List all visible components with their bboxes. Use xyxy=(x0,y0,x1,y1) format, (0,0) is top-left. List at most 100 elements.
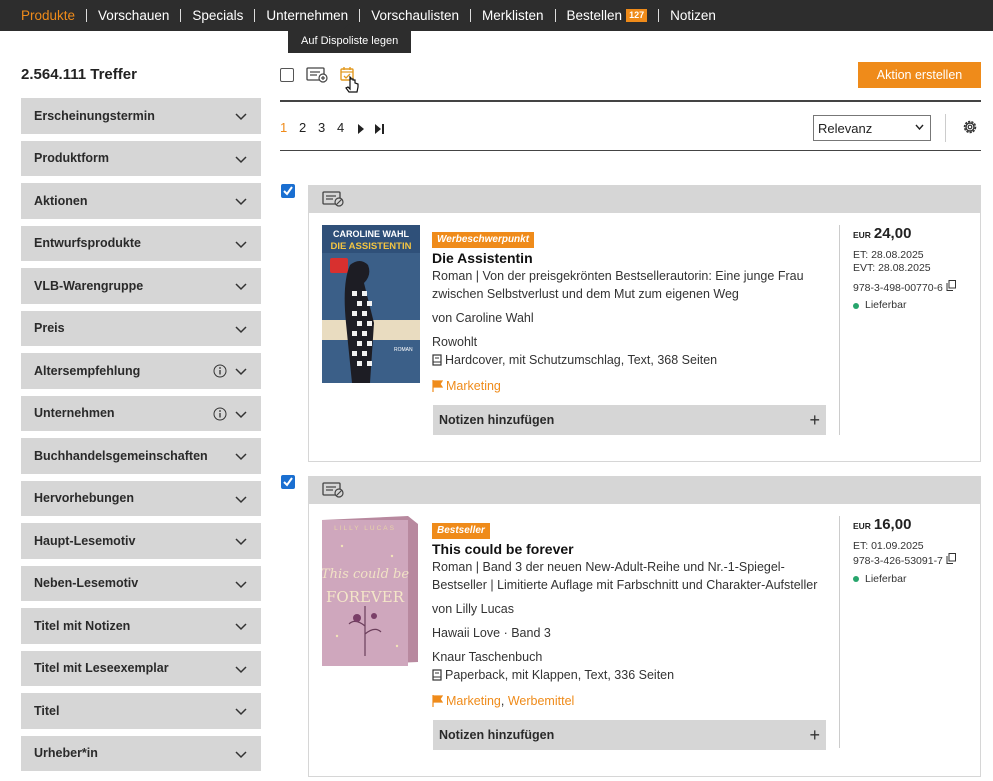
filter-produktform[interactable]: Produktform xyxy=(21,140,261,176)
filter-altersempfehlung[interactable]: Altersempfehlung xyxy=(21,353,261,389)
isbn: 978-3-498-00770-6 xyxy=(853,279,969,296)
copy-icon[interactable] xyxy=(946,279,956,294)
product-checkbox[interactable] xyxy=(281,475,295,489)
chevron-down-icon xyxy=(915,124,924,130)
nav-specials[interactable]: Specials xyxy=(192,8,243,23)
product-author[interactable]: von Caroline Wahl xyxy=(432,309,827,327)
filter-label: Entwurfsprodukte xyxy=(34,236,141,251)
chevron-down-icon xyxy=(234,577,248,591)
price-column: EUR 24,00 ET: 28.08.2025 EVT: 28.08.2025… xyxy=(839,225,969,435)
filter-label: Aktionen xyxy=(34,193,88,208)
nav-divider xyxy=(470,9,472,22)
nav-notizen[interactable]: Notizen xyxy=(670,8,716,23)
svg-text:LILLY LUCAS: LILLY LUCAS xyxy=(334,525,396,532)
nav-vorschaulisten[interactable]: Vorschaulisten xyxy=(371,8,459,23)
filter-label: Urheber*in xyxy=(34,746,98,761)
filter-entwurfsprodukte[interactable]: Entwurfsprodukte xyxy=(21,225,261,261)
cover-image[interactable]: LILLY LUCAS This could be FOREVER xyxy=(321,516,420,666)
filter-haupt-lesemotiv[interactable]: Haupt-Lesemotiv xyxy=(21,523,261,559)
price: EUR 24,00 xyxy=(853,225,912,242)
marketing-link[interactable]: Marketing xyxy=(446,694,501,708)
filter-aktionen[interactable]: Aktionen xyxy=(21,183,261,219)
settings-gear-icon[interactable] xyxy=(961,118,979,141)
marketing-link[interactable]: Marketing xyxy=(446,379,501,393)
filter-label: Altersempfehlung xyxy=(34,363,141,378)
isbn: 978-3-426-53091-7 xyxy=(853,553,969,569)
price-column: EUR 16,00 ET: 01.09.2025 978-3-426-53091… xyxy=(839,516,969,748)
product-description: Roman | Von der preisgekrönten Bestselle… xyxy=(432,269,804,301)
filter-label: Haupt-Lesemotiv xyxy=(34,533,136,548)
product-format: Hardcover, mit Schutzumschlag, Text, 368… xyxy=(432,351,827,371)
filter-hervorhebungen[interactable]: Hervorhebungen xyxy=(21,480,261,516)
filter-erscheinungstermin[interactable]: Erscheinungstermin xyxy=(21,98,261,134)
filter-preis[interactable]: Preis xyxy=(21,310,261,346)
nav-vorschauen[interactable]: Vorschauen xyxy=(98,8,169,23)
chevron-down-icon xyxy=(234,619,248,633)
flag-icon xyxy=(432,379,444,397)
plus-icon: + xyxy=(809,725,820,745)
product-series[interactable]: Hawaii Love · Band 3 xyxy=(432,624,827,642)
promo-material-link[interactable]: Werbemittel xyxy=(508,694,574,708)
product-card: LILLY LUCAS This could be FOREVER Bestse… xyxy=(308,504,981,777)
results-toolbar: Aktion erstellen xyxy=(280,60,981,102)
filter-titel-mit-notizen[interactable]: Titel mit Notizen xyxy=(21,608,261,644)
product-title[interactable]: This could be forever xyxy=(432,540,827,558)
add-notes-button[interactable]: Notizen hinzufügen + xyxy=(433,720,826,750)
filter-label: Titel mit Notizen xyxy=(34,618,131,633)
product-format-label: Paperback, mit Klappen, Text, 336 Seiten xyxy=(445,668,675,682)
chevron-down-icon xyxy=(234,534,248,548)
product-checkbox[interactable] xyxy=(281,184,295,198)
filter-unternehmen[interactable]: Unternehmen xyxy=(21,395,261,431)
release-date: ET: 28.08.2025 xyxy=(853,248,924,261)
next-page-icon[interactable] xyxy=(357,121,365,139)
add-to-list-icon[interactable] xyxy=(306,67,328,88)
list-status-icon[interactable] xyxy=(322,191,344,207)
product-author[interactable]: von Lilly Lucas xyxy=(432,600,827,618)
filter-label: Buchhandelsgemeinschaften xyxy=(34,448,208,463)
filter-titel[interactable]: Titel xyxy=(21,693,261,729)
list-status-icon[interactable] xyxy=(322,482,344,498)
filter-titel-mit-leseexemplar[interactable]: Titel mit Leseexemplar xyxy=(21,650,261,686)
status-dot xyxy=(853,576,859,583)
copy-icon[interactable] xyxy=(946,553,956,567)
svg-text:FOREVER: FOREVER xyxy=(326,588,405,606)
page-4[interactable]: 4 xyxy=(337,120,344,135)
info-icon[interactable] xyxy=(213,407,227,421)
product-header xyxy=(308,476,981,504)
info-icon[interactable] xyxy=(213,364,227,378)
page-1[interactable]: 1 xyxy=(280,120,287,135)
page-3[interactable]: 3 xyxy=(318,120,325,135)
nav-unternehmen[interactable]: Unternehmen xyxy=(266,8,348,23)
filter-label: Titel xyxy=(34,703,60,718)
flag-icon xyxy=(432,694,444,712)
sort-select[interactable]: Relevanz xyxy=(813,115,931,141)
nav-merklisten[interactable]: Merklisten xyxy=(482,8,544,23)
create-action-button[interactable]: Aktion erstellen xyxy=(858,62,981,88)
product-title[interactable]: Die Assistentin xyxy=(432,249,827,267)
book-icon xyxy=(432,668,442,686)
filter-urheber-in[interactable]: Urheber*in xyxy=(21,735,261,771)
cover-image[interactable]: CAROLINE WAHL DIE ASSISTENTIN ROMAN xyxy=(322,225,420,383)
dispo-list-icon[interactable] xyxy=(339,66,365,103)
svg-text:ROMAN: ROMAN xyxy=(394,347,413,353)
nav-bestellen-label: Bestellen xyxy=(566,8,623,23)
page-2[interactable]: 2 xyxy=(299,120,306,135)
chevron-down-icon xyxy=(234,279,248,293)
nav-produkte[interactable]: Produkte xyxy=(21,8,75,23)
product-publisher[interactable]: Rowohlt xyxy=(432,333,827,351)
filter-neben-lesemotiv[interactable]: Neben-Lesemotiv xyxy=(21,565,261,601)
nav-bestellen[interactable]: Bestellen 127 xyxy=(567,8,648,23)
filter-buchhandelsgemeinschaften[interactable]: Buchhandelsgemeinschaften xyxy=(21,438,261,474)
nav-divider xyxy=(86,9,88,22)
last-page-icon[interactable] xyxy=(375,121,385,139)
add-notes-button[interactable]: Notizen hinzufügen + xyxy=(433,405,826,435)
filter-vlb-warengruppe[interactable]: VLB-Warengruppe xyxy=(21,268,261,304)
product-info: Bestseller This could be forever Roman |… xyxy=(432,520,827,712)
chevron-down-icon xyxy=(234,704,248,718)
availability-status: Lieferbar xyxy=(853,573,969,587)
status-dot xyxy=(853,302,859,309)
product-card: CAROLINE WAHL DIE ASSISTENTIN ROMAN Werb… xyxy=(308,213,981,462)
add-notes-label: Notizen hinzufügen xyxy=(439,413,555,427)
product-publisher[interactable]: Knaur Taschenbuch xyxy=(432,648,827,666)
select-all-checkbox[interactable] xyxy=(280,68,294,82)
